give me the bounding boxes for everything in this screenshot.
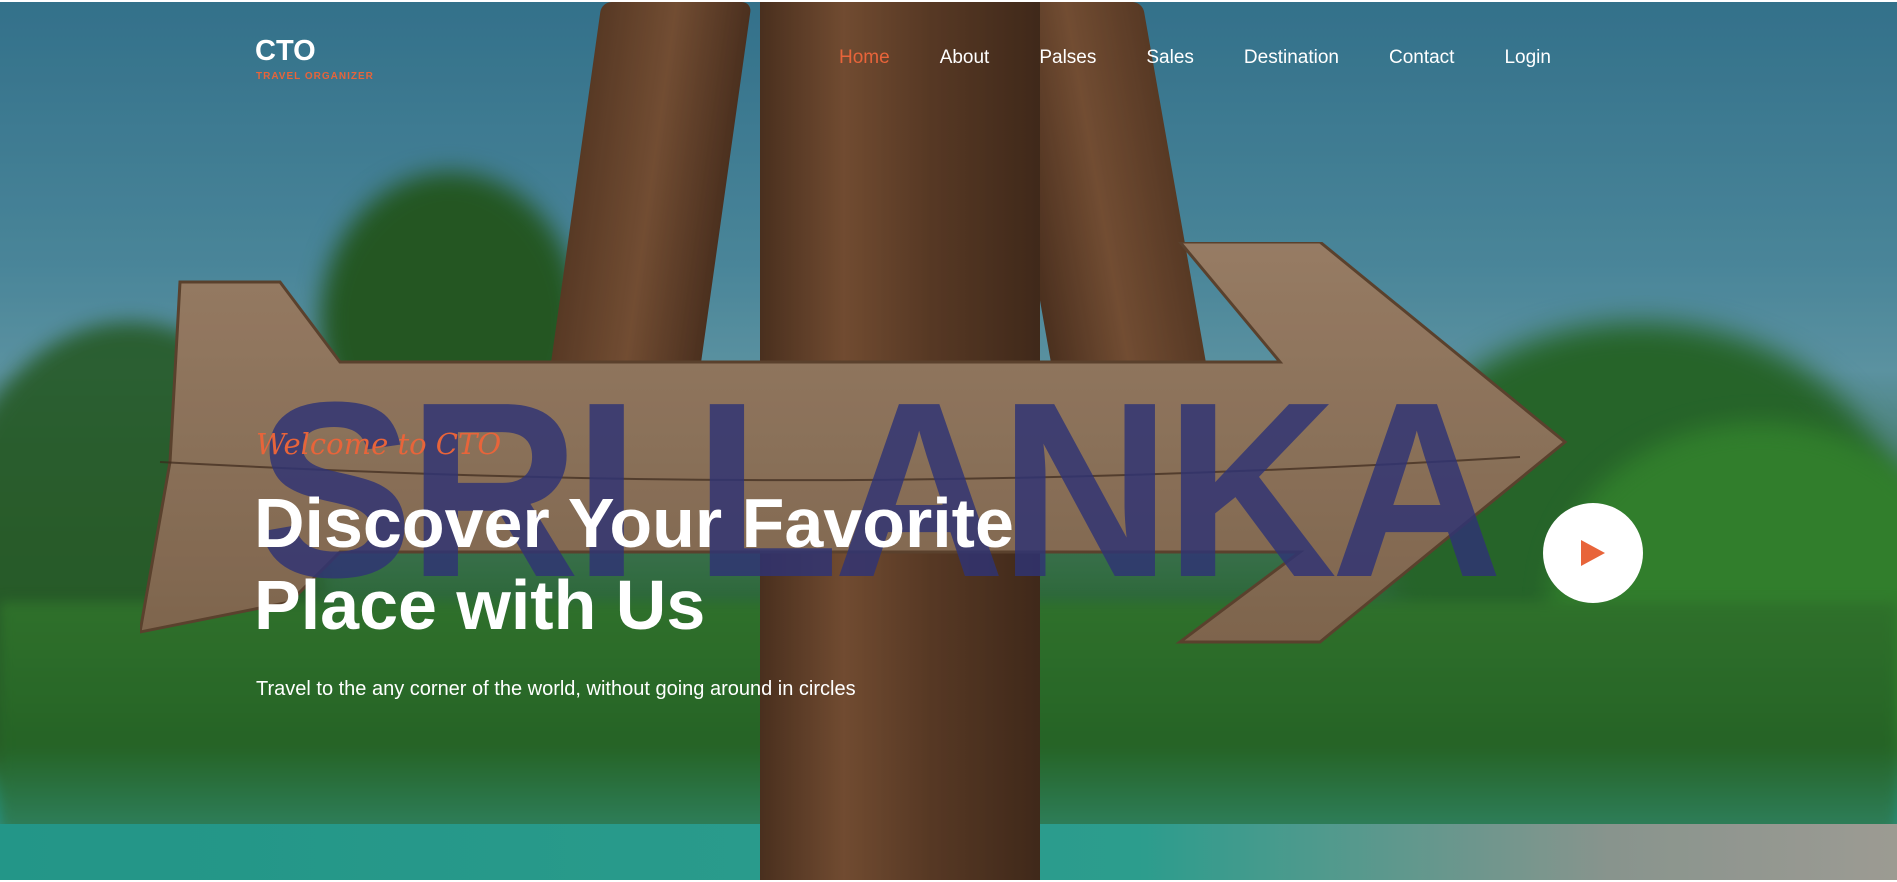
top-navbar: CTO TRAVEL ORGANIZER Home About Palses S… <box>0 2 1897 112</box>
nav-sales[interactable]: Sales <box>1146 47 1194 69</box>
nav-palses[interactable]: Palses <box>1039 47 1096 69</box>
welcome-text: Welcome to CTO <box>256 427 502 461</box>
hero-subtext: Travel to the any corner of the world, w… <box>256 678 856 700</box>
main-menu: Home About Palses Sales Destination Cont… <box>839 47 1551 69</box>
nav-about[interactable]: About <box>940 47 990 69</box>
logo-title[interactable]: CTO <box>255 35 316 68</box>
logo-subtitle: TRAVEL ORGANIZER <box>256 71 374 82</box>
nav-destination[interactable]: Destination <box>1244 47 1339 69</box>
headline-line: Place with Us <box>254 566 706 644</box>
play-icon <box>1581 540 1605 566</box>
play-video-button[interactable] <box>1543 503 1643 603</box>
hero-section: SRI LANKA CTO TRAVEL ORGANIZER Home Abou… <box>0 2 1897 880</box>
nav-contact[interactable]: Contact <box>1389 47 1454 69</box>
nav-login[interactable]: Login <box>1504 47 1551 69</box>
headline-line: Discover Your Favorite <box>254 484 1014 562</box>
hero-headline: Discover Your Favorite Place with Us <box>254 482 1134 646</box>
nav-home[interactable]: Home <box>839 47 890 69</box>
